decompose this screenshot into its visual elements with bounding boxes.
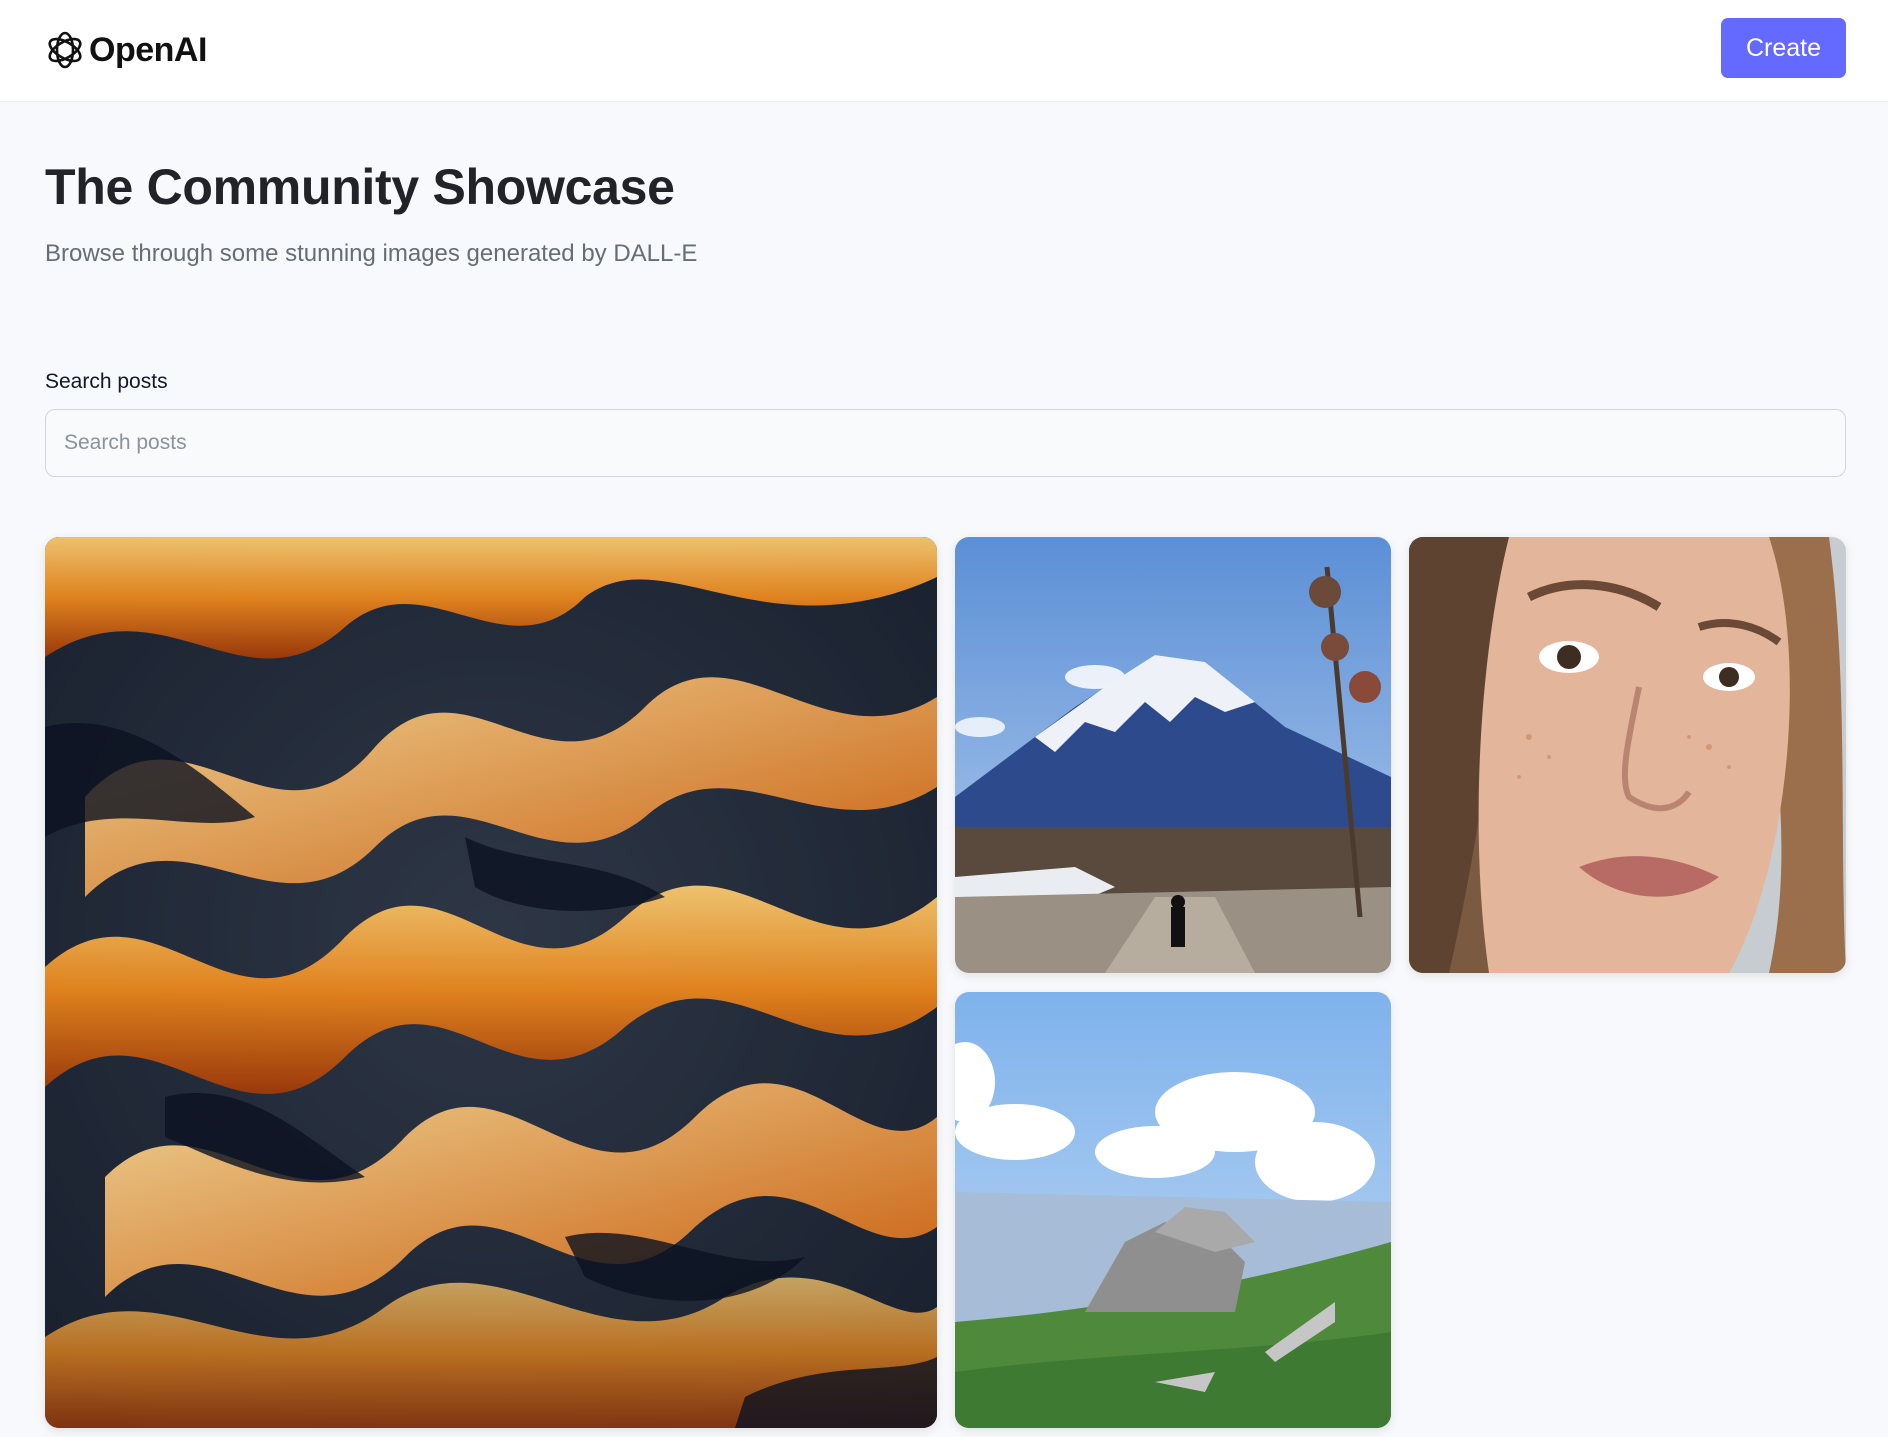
openai-logo-icon [48, 31, 82, 69]
app-header: OpenAI Create [0, 0, 1888, 102]
page-subtitle: Browse through some stunning images gene… [45, 240, 698, 267]
logo[interactable]: OpenAI [44, 27, 207, 73]
gallery-card-rocks[interactable] [955, 992, 1391, 1428]
mountain-image [955, 537, 1391, 973]
search-label: Search posts [45, 370, 168, 393]
gallery-card-mountain[interactable] [955, 537, 1391, 973]
fire-image [45, 537, 937, 1428]
page-title: The Community Showcase [45, 159, 675, 215]
create-button[interactable]: Create [1721, 18, 1846, 78]
face-image [1409, 537, 1846, 973]
brand-name: OpenAI [89, 30, 207, 69]
rocks-image [955, 992, 1391, 1428]
gallery-card-fire[interactable] [45, 537, 937, 1428]
gallery-card-face[interactable] [1409, 537, 1846, 973]
search-input[interactable] [45, 409, 1846, 477]
